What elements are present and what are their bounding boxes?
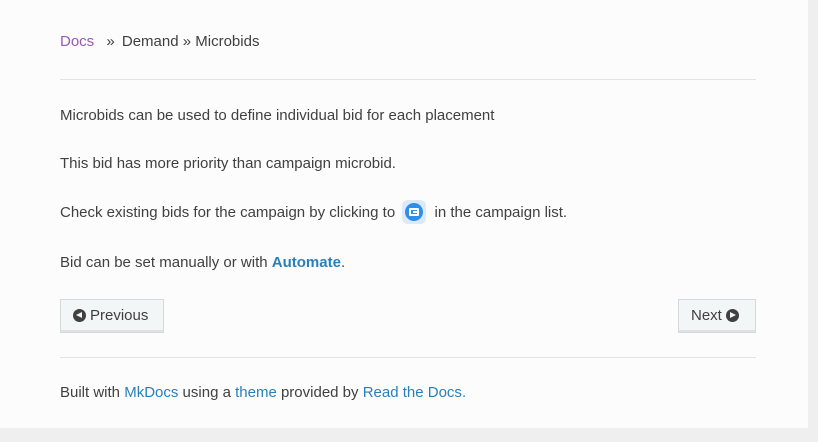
- breadcrumb-docs-link[interactable]: Docs: [60, 33, 94, 50]
- breadcrumb-demand: Demand: [121, 33, 179, 50]
- paragraph-automate: Bid can be set manually or with Automate…: [60, 252, 345, 274]
- footer-text: provided by: [280, 384, 359, 401]
- footer-text: using a: [182, 384, 231, 401]
- footer: Built with MkDocs using a theme provided…: [60, 383, 466, 403]
- arrow-circle-left-icon: [73, 308, 86, 322]
- automate-link[interactable]: Automate: [272, 254, 341, 271]
- footer-period: .: [461, 384, 467, 401]
- paragraph-text: .: [340, 254, 346, 271]
- next-label: Next: [691, 307, 722, 324]
- breadcrumb-separator: »: [106, 33, 115, 50]
- paragraph-intro: Microbids can be used to define individu…: [60, 107, 495, 124]
- theme-link[interactable]: theme: [235, 384, 277, 401]
- bottom-divider: [60, 357, 756, 358]
- content-area: Docs » Demand » Microbids Microbids can …: [0, 0, 808, 428]
- footer-text: Built with: [60, 384, 121, 401]
- breadcrumb-current: Microbids: [195, 33, 260, 50]
- breadcrumb: Docs » Demand » Microbids: [60, 32, 259, 52]
- previous-button[interactable]: Previous: [60, 299, 164, 333]
- paragraph-text: in the campaign list.: [434, 203, 568, 221]
- breadcrumb-separator: »: [182, 33, 192, 50]
- mkdocs-link[interactable]: MkDocs: [124, 384, 178, 401]
- paragraph-text: Bid can be set manually or with: [60, 254, 268, 271]
- paragraph-text: Check existing bids for the campaign by …: [60, 203, 396, 221]
- paragraph-priority: This bid has more priority than campaign…: [60, 155, 396, 172]
- read-the-docs-link[interactable]: Read the Docs: [363, 384, 462, 401]
- arrow-circle-right-icon: [725, 308, 739, 322]
- campaign-bids-icon: [402, 200, 427, 224]
- previous-label: Previous: [90, 307, 149, 324]
- paragraph-check-bids: Check existing bids for the campaign by …: [60, 200, 568, 225]
- next-button[interactable]: Next: [678, 299, 756, 333]
- top-divider: [60, 79, 756, 80]
